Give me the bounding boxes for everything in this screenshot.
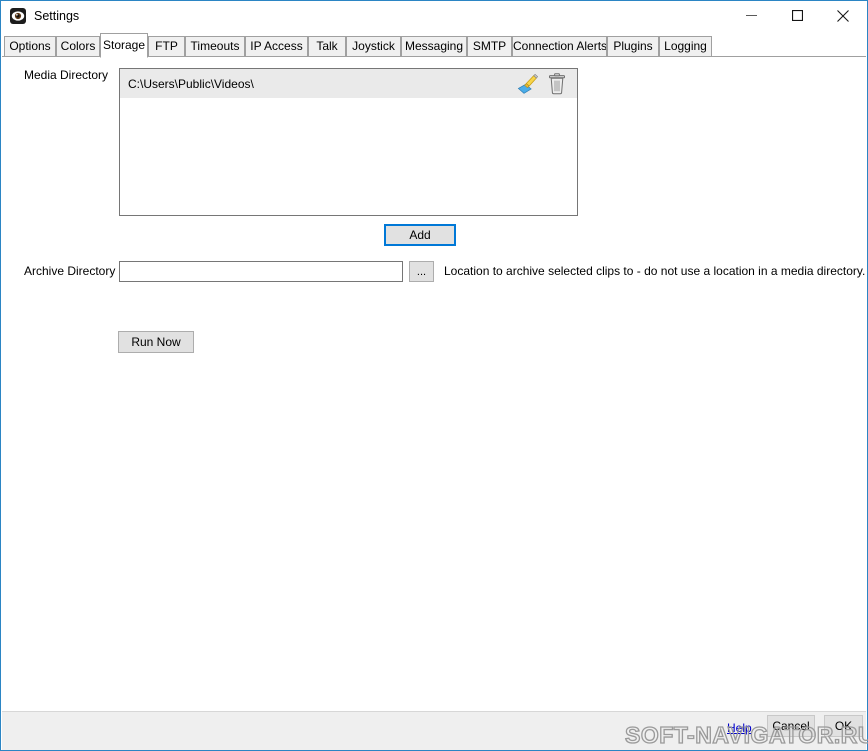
window-title: Settings	[34, 9, 80, 23]
tab-logging[interactable]: Logging	[659, 36, 712, 57]
archive-directory-hint: Location to archive selected clips to - …	[444, 264, 866, 278]
add-button[interactable]: Add	[384, 224, 456, 246]
tab-joystick[interactable]: Joystick	[346, 36, 401, 57]
tab-talk[interactable]: Talk	[308, 36, 346, 57]
tab-storage[interactable]: Storage	[100, 33, 148, 58]
tab-plugins[interactable]: Plugins	[607, 36, 659, 57]
tab-ip-access[interactable]: IP Access	[245, 36, 308, 57]
clean-brush-icon[interactable]	[517, 73, 539, 95]
tab-timeouts[interactable]: Timeouts	[185, 36, 245, 57]
tab-ftp[interactable]: FTP	[148, 36, 185, 57]
trash-icon[interactable]	[547, 73, 567, 95]
media-directory-list[interactable]: C:\Users\Public\Videos\	[119, 68, 578, 216]
run-now-button[interactable]: Run Now	[118, 331, 194, 353]
maximize-icon[interactable]	[774, 1, 820, 30]
eye-icon	[10, 8, 26, 24]
storage-tab-panel: Media Directory C:\Users\Public\Videos\	[2, 57, 866, 711]
tab-options[interactable]: Options	[4, 36, 56, 57]
help-link[interactable]: Help	[727, 721, 752, 735]
tab-messaging[interactable]: Messaging	[401, 36, 467, 57]
settings-window: Settings Options Colors Storage FTP Time…	[0, 0, 868, 751]
title-bar: Settings	[1, 0, 867, 30]
archive-directory-label: Archive Directory	[24, 264, 116, 278]
list-item[interactable]: C:\Users\Public\Videos\	[120, 69, 577, 98]
browse-button[interactable]: ...	[409, 261, 434, 282]
archive-directory-input[interactable]	[119, 261, 403, 282]
tab-smtp[interactable]: SMTP	[467, 36, 512, 57]
minimize-icon[interactable]	[728, 1, 774, 30]
media-directory-label: Media Directory	[24, 68, 109, 82]
media-directory-path: C:\Users\Public\Videos\	[128, 77, 254, 91]
cancel-button[interactable]: Cancel	[767, 715, 815, 737]
close-icon[interactable]	[820, 1, 866, 30]
tab-connection-alerts[interactable]: Connection Alerts	[512, 36, 607, 57]
ok-button[interactable]: OK	[824, 715, 863, 737]
tab-colors[interactable]: Colors	[56, 36, 100, 57]
dialog-footer: Help Cancel OK	[2, 711, 866, 750]
tab-bar: Options Colors Storage FTP Timeouts IP A…	[2, 33, 866, 58]
